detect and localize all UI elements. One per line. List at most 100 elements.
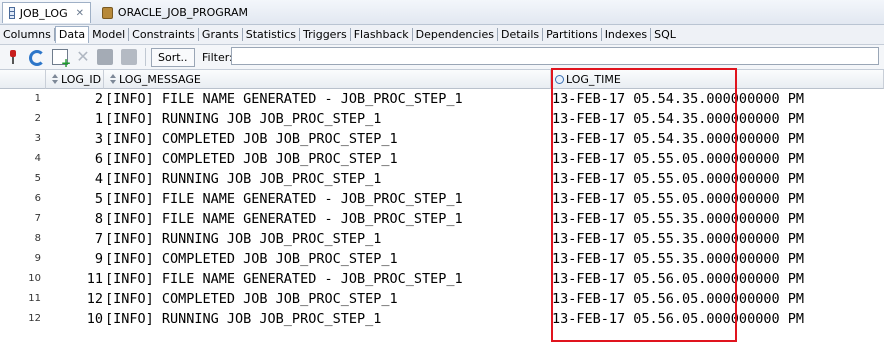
log-id-cell[interactable]: 11 — [58, 269, 103, 289]
tab-constraints[interactable]: Constraints — [129, 28, 199, 41]
row-number-cell[interactable]: 3 — [0, 129, 41, 149]
table-row[interactable]: 9 9 [INFO] COMPLETED JOB JOB_PROC_STEP_1 13… — [0, 249, 884, 269]
tab-data[interactable]: Data — [54, 26, 90, 43]
log-id-cell[interactable]: 2 — [58, 89, 103, 109]
tab-oracle-job-program[interactable]: ORACLE_JOB_PROGRAM — [96, 2, 254, 23]
commit-icon[interactable] — [97, 49, 113, 65]
table-row[interactable]: 11 12 [INFO] COMPLETED JOB JOB_PROC_STEP_1… — [0, 289, 884, 309]
log-time-cell[interactable]: 13-FEB-17 05.55.35.000000000 PM — [552, 209, 804, 229]
log-time-cell[interactable]: 13-FEB-17 05.54.35.000000000 PM — [552, 129, 804, 149]
table-row[interactable]: 8 7 [INFO] RUNNING JOB JOB_PROC_STEP_1 13-F… — [0, 229, 884, 249]
log-message-cell[interactable]: [INFO] RUNNING JOB JOB_PROC_STEP_1 — [105, 309, 381, 329]
row-number-cell[interactable]: 5 — [0, 169, 41, 189]
log-id-cell[interactable]: 8 — [58, 209, 103, 229]
log-id-cell[interactable]: 1 — [58, 109, 103, 129]
row-number-cell[interactable]: 2 — [0, 109, 41, 129]
log-id-cell[interactable]: 4 — [58, 169, 103, 189]
column-header-label: LOG_ID — [61, 72, 102, 86]
log-id-cell[interactable]: 12 — [58, 289, 103, 309]
log-message-cell[interactable]: [INFO] COMPLETED JOB JOB_PROC_STEP_1 — [105, 289, 398, 309]
table-grid-icon — [9, 7, 15, 19]
table-row[interactable]: 10 11 [INFO] FILE NAME GENERATED - JOB_PRO… — [0, 269, 884, 289]
log-time-cell[interactable]: 13-FEB-17 05.55.35.000000000 PM — [552, 229, 804, 249]
table-row[interactable]: 2 1 [INFO] RUNNING JOB JOB_PROC_STEP_1 13-F… — [0, 109, 884, 129]
table-row[interactable]: 12 10 [INFO] RUNNING JOB JOB_PROC_STEP_1 13… — [0, 309, 884, 329]
log-time-cell[interactable]: 13-FEB-17 05.56.05.000000000 PM — [552, 289, 804, 309]
column-header-label: LOG_MESSAGE — [119, 72, 201, 86]
rollback-icon[interactable] — [121, 49, 137, 65]
row-number-cell[interactable]: 8 — [0, 229, 41, 249]
program-icon — [102, 6, 113, 19]
sort-icon[interactable] — [51, 73, 60, 85]
tab-indexes[interactable]: Indexes — [602, 28, 652, 41]
column-header-log-message[interactable]: LOG_MESSAGE — [104, 70, 551, 89]
data-toolbar: ✕ Sort.. Filter: — [0, 45, 884, 70]
table-row[interactable]: 1 2 [INFO] FILE NAME GENERATED - JOB_PROC_… — [0, 89, 884, 109]
log-time-cell[interactable]: 13-FEB-17 05.56.05.000000000 PM — [552, 269, 804, 289]
close-icon[interactable]: ✕ — [76, 8, 84, 19]
tab-label: JOB_LOG — [19, 6, 68, 20]
table-row[interactable]: 4 6 [INFO] COMPLETED JOB JOB_PROC_STEP_1 13… — [0, 149, 884, 169]
document-tab-bar: JOB_LOG ✕ ORACLE_JOB_PROGRAM — [0, 0, 884, 25]
tab-flashback[interactable]: Flashback — [351, 28, 413, 41]
row-number-header — [0, 70, 46, 89]
tab-triggers[interactable]: Triggers — [300, 28, 351, 41]
refresh-icon[interactable] — [28, 49, 45, 66]
log-id-cell[interactable]: 7 — [58, 229, 103, 249]
row-number-cell[interactable]: 6 — [0, 189, 41, 209]
log-id-cell[interactable]: 9 — [58, 249, 103, 269]
tab-details[interactable]: Details — [498, 28, 544, 41]
filter-input[interactable] — [231, 47, 879, 65]
row-number-cell[interactable]: 1 — [0, 89, 41, 109]
log-message-cell[interactable]: [INFO] FILE NAME GENERATED - JOB_PROC_ST… — [105, 269, 463, 289]
table-row[interactable]: 5 4 [INFO] RUNNING JOB JOB_PROC_STEP_1 13-F… — [0, 169, 884, 189]
log-message-cell[interactable]: [INFO] RUNNING JOB JOB_PROC_STEP_1 — [105, 169, 381, 189]
log-id-cell[interactable]: 3 — [58, 129, 103, 149]
log-message-cell[interactable]: [INFO] COMPLETED JOB JOB_PROC_STEP_1 — [105, 129, 398, 149]
column-header-log-time[interactable]: LOG_TIME — [551, 70, 884, 89]
tab-partitions[interactable]: Partitions — [543, 28, 602, 41]
tab-job-log[interactable]: JOB_LOG ✕ — [2, 2, 91, 23]
log-time-cell[interactable]: 13-FEB-17 05.55.05.000000000 PM — [552, 189, 804, 209]
row-number-cell[interactable]: 12 — [0, 309, 41, 329]
log-message-cell[interactable]: [INFO] RUNNING JOB JOB_PROC_STEP_1 — [105, 229, 381, 249]
log-time-cell[interactable]: 13-FEB-17 05.55.05.000000000 PM — [552, 149, 804, 169]
table-row[interactable]: 3 3 [INFO] COMPLETED JOB JOB_PROC_STEP_1 13… — [0, 129, 884, 149]
tab-sql[interactable]: SQL — [651, 28, 679, 41]
column-header-log-id[interactable]: LOG_ID — [46, 70, 104, 89]
row-number-cell[interactable]: 4 — [0, 149, 41, 169]
tab-grants[interactable]: Grants — [199, 28, 243, 41]
log-id-cell[interactable]: 10 — [58, 309, 103, 329]
row-number-cell[interactable]: 9 — [0, 249, 41, 269]
log-message-cell[interactable]: [INFO] FILE NAME GENERATED - JOB_PROC_ST… — [105, 209, 463, 229]
sort-button[interactable]: Sort.. — [151, 48, 195, 67]
clock-icon — [555, 74, 564, 84]
log-time-cell[interactable]: 13-FEB-17 05.55.35.000000000 PM — [552, 249, 804, 269]
row-number-cell[interactable]: 10 — [0, 269, 41, 289]
tab-label: ORACLE_JOB_PROGRAM — [117, 6, 248, 19]
log-time-cell[interactable]: 13-FEB-17 05.56.05.000000000 PM — [552, 309, 804, 329]
delete-row-icon[interactable]: ✕ — [75, 49, 91, 65]
log-message-cell[interactable]: [INFO] COMPLETED JOB JOB_PROC_STEP_1 — [105, 149, 398, 169]
log-id-cell[interactable]: 5 — [58, 189, 103, 209]
filter-label: Filter: — [202, 51, 233, 64]
log-time-cell[interactable]: 13-FEB-17 05.55.05.000000000 PM — [552, 169, 804, 189]
log-message-cell[interactable]: [INFO] COMPLETED JOB JOB_PROC_STEP_1 — [105, 249, 398, 269]
log-message-cell[interactable]: [INFO] FILE NAME GENERATED - JOB_PROC_ST… — [105, 89, 463, 109]
pin-icon[interactable] — [5, 49, 21, 65]
log-id-cell[interactable]: 6 — [58, 149, 103, 169]
log-message-cell[interactable]: [INFO] FILE NAME GENERATED - JOB_PROC_ST… — [105, 189, 463, 209]
tab-statistics[interactable]: Statistics — [243, 28, 301, 41]
log-message-cell[interactable]: [INFO] RUNNING JOB JOB_PROC_STEP_1 — [105, 109, 381, 129]
tab-model[interactable]: Model — [89, 28, 130, 41]
log-time-cell[interactable]: 13-FEB-17 05.54.35.000000000 PM — [552, 89, 804, 109]
row-number-cell[interactable]: 11 — [0, 289, 41, 309]
table-row[interactable]: 7 8 [INFO] FILE NAME GENERATED - JOB_PROC_… — [0, 209, 884, 229]
row-number-cell[interactable]: 7 — [0, 209, 41, 229]
tab-columns[interactable]: Columns — [0, 28, 55, 41]
log-time-cell[interactable]: 13-FEB-17 05.54.35.000000000 PM — [552, 109, 804, 129]
sort-icon[interactable] — [109, 73, 118, 85]
table-row[interactable]: 6 5 [INFO] FILE NAME GENERATED - JOB_PROC_… — [0, 189, 884, 209]
insert-row-icon[interactable] — [52, 49, 71, 70]
tab-dependencies[interactable]: Dependencies — [413, 28, 498, 41]
